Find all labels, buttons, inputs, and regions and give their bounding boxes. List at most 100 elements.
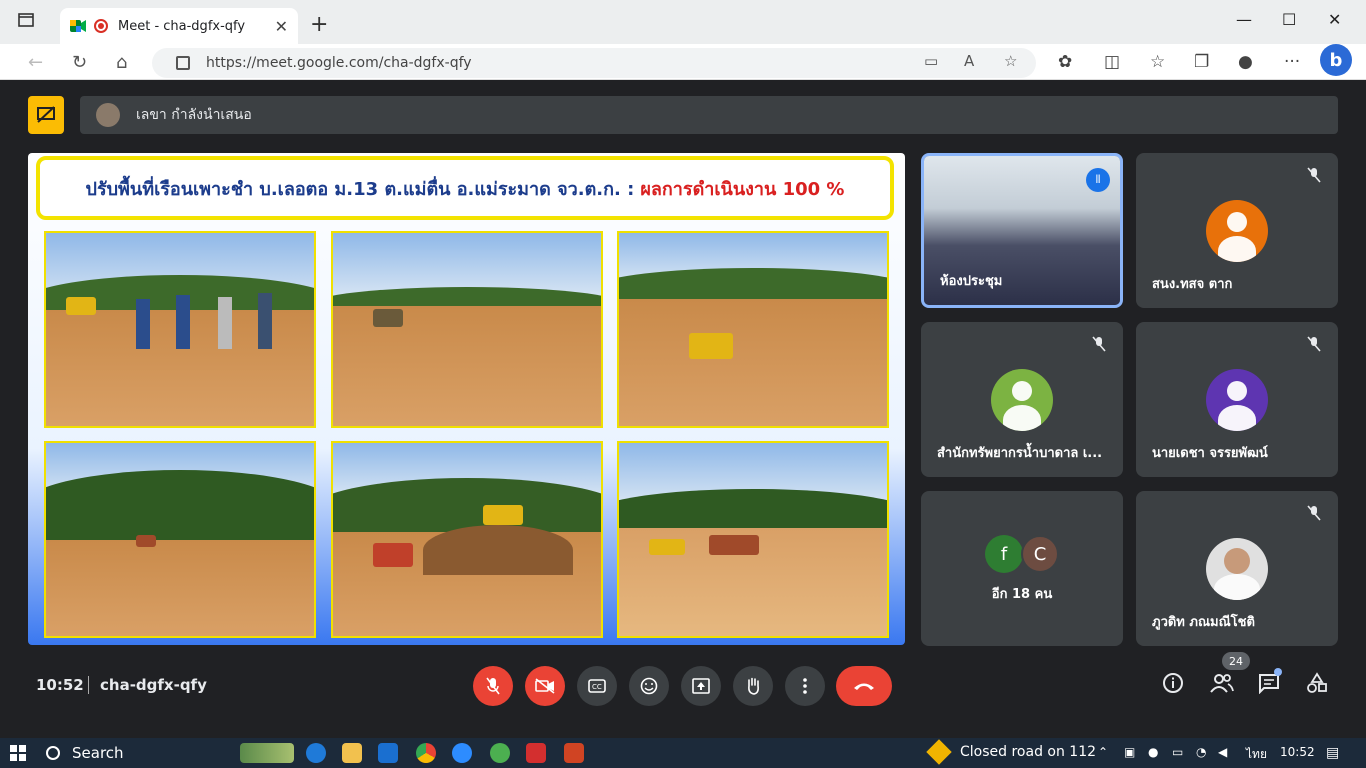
battery-icon[interactable]: ▭ <box>1172 745 1183 759</box>
slide-photo <box>617 231 889 428</box>
others-count: อีก 18 คน <box>991 587 1053 602</box>
raise-hand-icon <box>748 677 759 695</box>
acrobat-app-icon[interactable] <box>526 743 546 763</box>
activities-icon <box>1307 672 1327 693</box>
participant-photo <box>1206 538 1268 600</box>
participant-name: ภูวดิท ภณมณีโชติ <box>1152 615 1255 630</box>
tab-actions-icon[interactable] <box>18 12 46 36</box>
presenter-label: เลขา กำลังนำเสนอ <box>136 107 252 123</box>
url-text: https://meet.google.com/cha-dgfx-qfy <box>206 55 472 71</box>
back-icon[interactable]: ← <box>28 52 43 73</box>
presenter-bar: เลขา กำลังนำเสนอ <box>80 96 1338 134</box>
people-icon <box>1210 674 1234 693</box>
taskbar-clock[interactable]: 10:52 <box>1280 745 1315 759</box>
slide-title: ปรับพื้นที่เรือนเพาะชำ บ.เลอตอ ม.13 ต.แม… <box>36 156 894 220</box>
maximize-icon[interactable]: ☐ <box>1282 10 1296 29</box>
meeting-info-button[interactable] <box>1162 672 1184 699</box>
end-call-button[interactable] <box>836 666 892 706</box>
os-taskbar: Search Closed road on 112 ⌃ ▣ ● ▭ ◔ ◀ ไท… <box>0 738 1366 768</box>
language-indicator[interactable]: ไทย <box>1246 745 1267 764</box>
svg-text:CC: CC <box>592 683 602 691</box>
raise-hand-button[interactable] <box>733 666 773 706</box>
participant-avatar <box>1206 369 1268 431</box>
participant-initial: f <box>985 535 1023 573</box>
collections-icon[interactable]: ❐ <box>1194 52 1209 72</box>
participant-name: ห้องประชุม <box>940 274 1003 289</box>
powerpoint-app-icon[interactable] <box>564 743 584 763</box>
present-icon <box>692 678 710 694</box>
emoji-icon <box>640 677 658 695</box>
zoom-app-icon[interactable] <box>452 743 472 763</box>
tray-chevron-icon[interactable]: ⌃ <box>1098 745 1108 759</box>
captions-icon: CC <box>588 679 606 693</box>
window-close-icon[interactable]: ✕ <box>1328 10 1341 29</box>
mic-toggle-button[interactable] <box>473 666 513 706</box>
chrome-app-icon[interactable] <box>416 743 436 763</box>
shared-slide: ปรับพื้นที่เรือนเพาะชำ บ.เลอตอ ม.13 ต.แม… <box>28 153 905 645</box>
participant-avatar <box>991 369 1053 431</box>
refresh-icon[interactable]: ↻ <box>72 52 87 73</box>
tab-close-icon[interactable]: ✕ <box>275 17 288 36</box>
extensions-icon[interactable]: ✿ <box>1058 52 1072 72</box>
search-icon <box>46 746 60 760</box>
meeting-clock: 10:52 <box>36 676 84 694</box>
emoji-button[interactable] <box>629 666 669 706</box>
windows-start-icon[interactable] <box>10 745 26 761</box>
participant-tile[interactable]: ⦀ ห้องประชุม <box>921 153 1123 308</box>
favorites-icon[interactable]: ☆ <box>1150 52 1165 72</box>
volume-icon[interactable]: ◀ <box>1218 745 1227 759</box>
end-call-icon <box>854 683 874 690</box>
participant-tile[interactable]: สนง.ทสจ ตาก <box>1136 153 1338 308</box>
camera-off-icon <box>535 678 555 694</box>
wifi-icon[interactable]: ◔ <box>1196 745 1206 759</box>
camera-toggle-button[interactable] <box>525 666 565 706</box>
address-bar[interactable]: https://meet.google.com/cha-dgfx-qfy <box>152 48 1036 78</box>
traffic-notification[interactable]: Closed road on 112 <box>960 744 1096 760</box>
bing-icon[interactable]: b <box>1320 44 1352 76</box>
green-app-icon[interactable] <box>490 743 510 763</box>
camera-permission-icon[interactable]: ▭ <box>924 52 938 70</box>
mail-app-icon[interactable] <box>378 743 398 763</box>
speaking-indicator-icon: ⦀ <box>1086 168 1110 192</box>
traffic-warning-icon <box>926 739 952 765</box>
presentation-toggle[interactable] <box>28 96 64 134</box>
file-explorer-icon[interactable] <box>342 743 362 763</box>
lock-icon <box>176 56 190 70</box>
edge-app-icon[interactable] <box>306 743 326 763</box>
home-icon[interactable]: ⌂ <box>116 52 127 73</box>
browser-toolbar: ← ↻ ⌂ https://meet.google.com/cha-dgfx-q… <box>0 44 1366 80</box>
participant-tile[interactable]: นายเดชา จรรยพัฒน์ <box>1136 322 1338 477</box>
mic-off-icon <box>1304 505 1324 525</box>
settings-more-icon[interactable]: ··· <box>1284 52 1300 72</box>
notification-center-icon[interactable]: ▤ <box>1326 745 1339 761</box>
minimize-icon[interactable]: — <box>1236 10 1252 29</box>
tray-device-icon[interactable]: ▣ <box>1124 745 1135 759</box>
chat-button[interactable] <box>1258 672 1280 699</box>
widget-icon[interactable] <box>240 743 294 763</box>
profile-icon[interactable]: ● <box>1238 52 1253 72</box>
captions-button[interactable]: CC <box>577 666 617 706</box>
participant-avatar <box>1206 200 1268 262</box>
activities-button[interactable] <box>1306 672 1328 699</box>
participant-tile[interactable]: สำนักทรัพยากรน้ำบาดาล เ... <box>921 322 1123 477</box>
slide-photo <box>44 441 316 638</box>
new-tab-icon[interactable]: + <box>310 12 328 37</box>
taskbar-search[interactable]: Search <box>46 744 124 762</box>
split-screen-icon[interactable]: ◫ <box>1104 52 1120 72</box>
read-aloud-icon[interactable]: A <box>964 52 974 70</box>
more-options-button[interactable] <box>785 666 825 706</box>
slide-photo <box>44 231 316 428</box>
slide-photo <box>617 441 889 638</box>
meet-stage: เลขา กำลังนำเสนอ ปรับพื้นที่เรือนเพาะชำ … <box>12 80 1354 726</box>
people-button[interactable] <box>1210 672 1234 699</box>
participant-tile[interactable]: ภูวดิท ภณมณีโชติ <box>1136 491 1338 646</box>
mic-off-icon <box>486 677 500 695</box>
others-tile[interactable]: f C อีก 18 คน <box>921 491 1123 646</box>
info-icon <box>1163 673 1183 693</box>
browser-tab-bar: Meet - cha-dgfx-qfy ✕ + — ☐ ✕ <box>0 0 1366 44</box>
tab-title: Meet - cha-dgfx-qfy <box>118 18 246 34</box>
present-button[interactable] <box>681 666 721 706</box>
favorite-star-icon[interactable]: ☆ <box>1004 52 1017 70</box>
tray-mic-icon[interactable]: ● <box>1148 745 1158 759</box>
browser-tab-meet[interactable]: Meet - cha-dgfx-qfy ✕ <box>60 8 298 44</box>
